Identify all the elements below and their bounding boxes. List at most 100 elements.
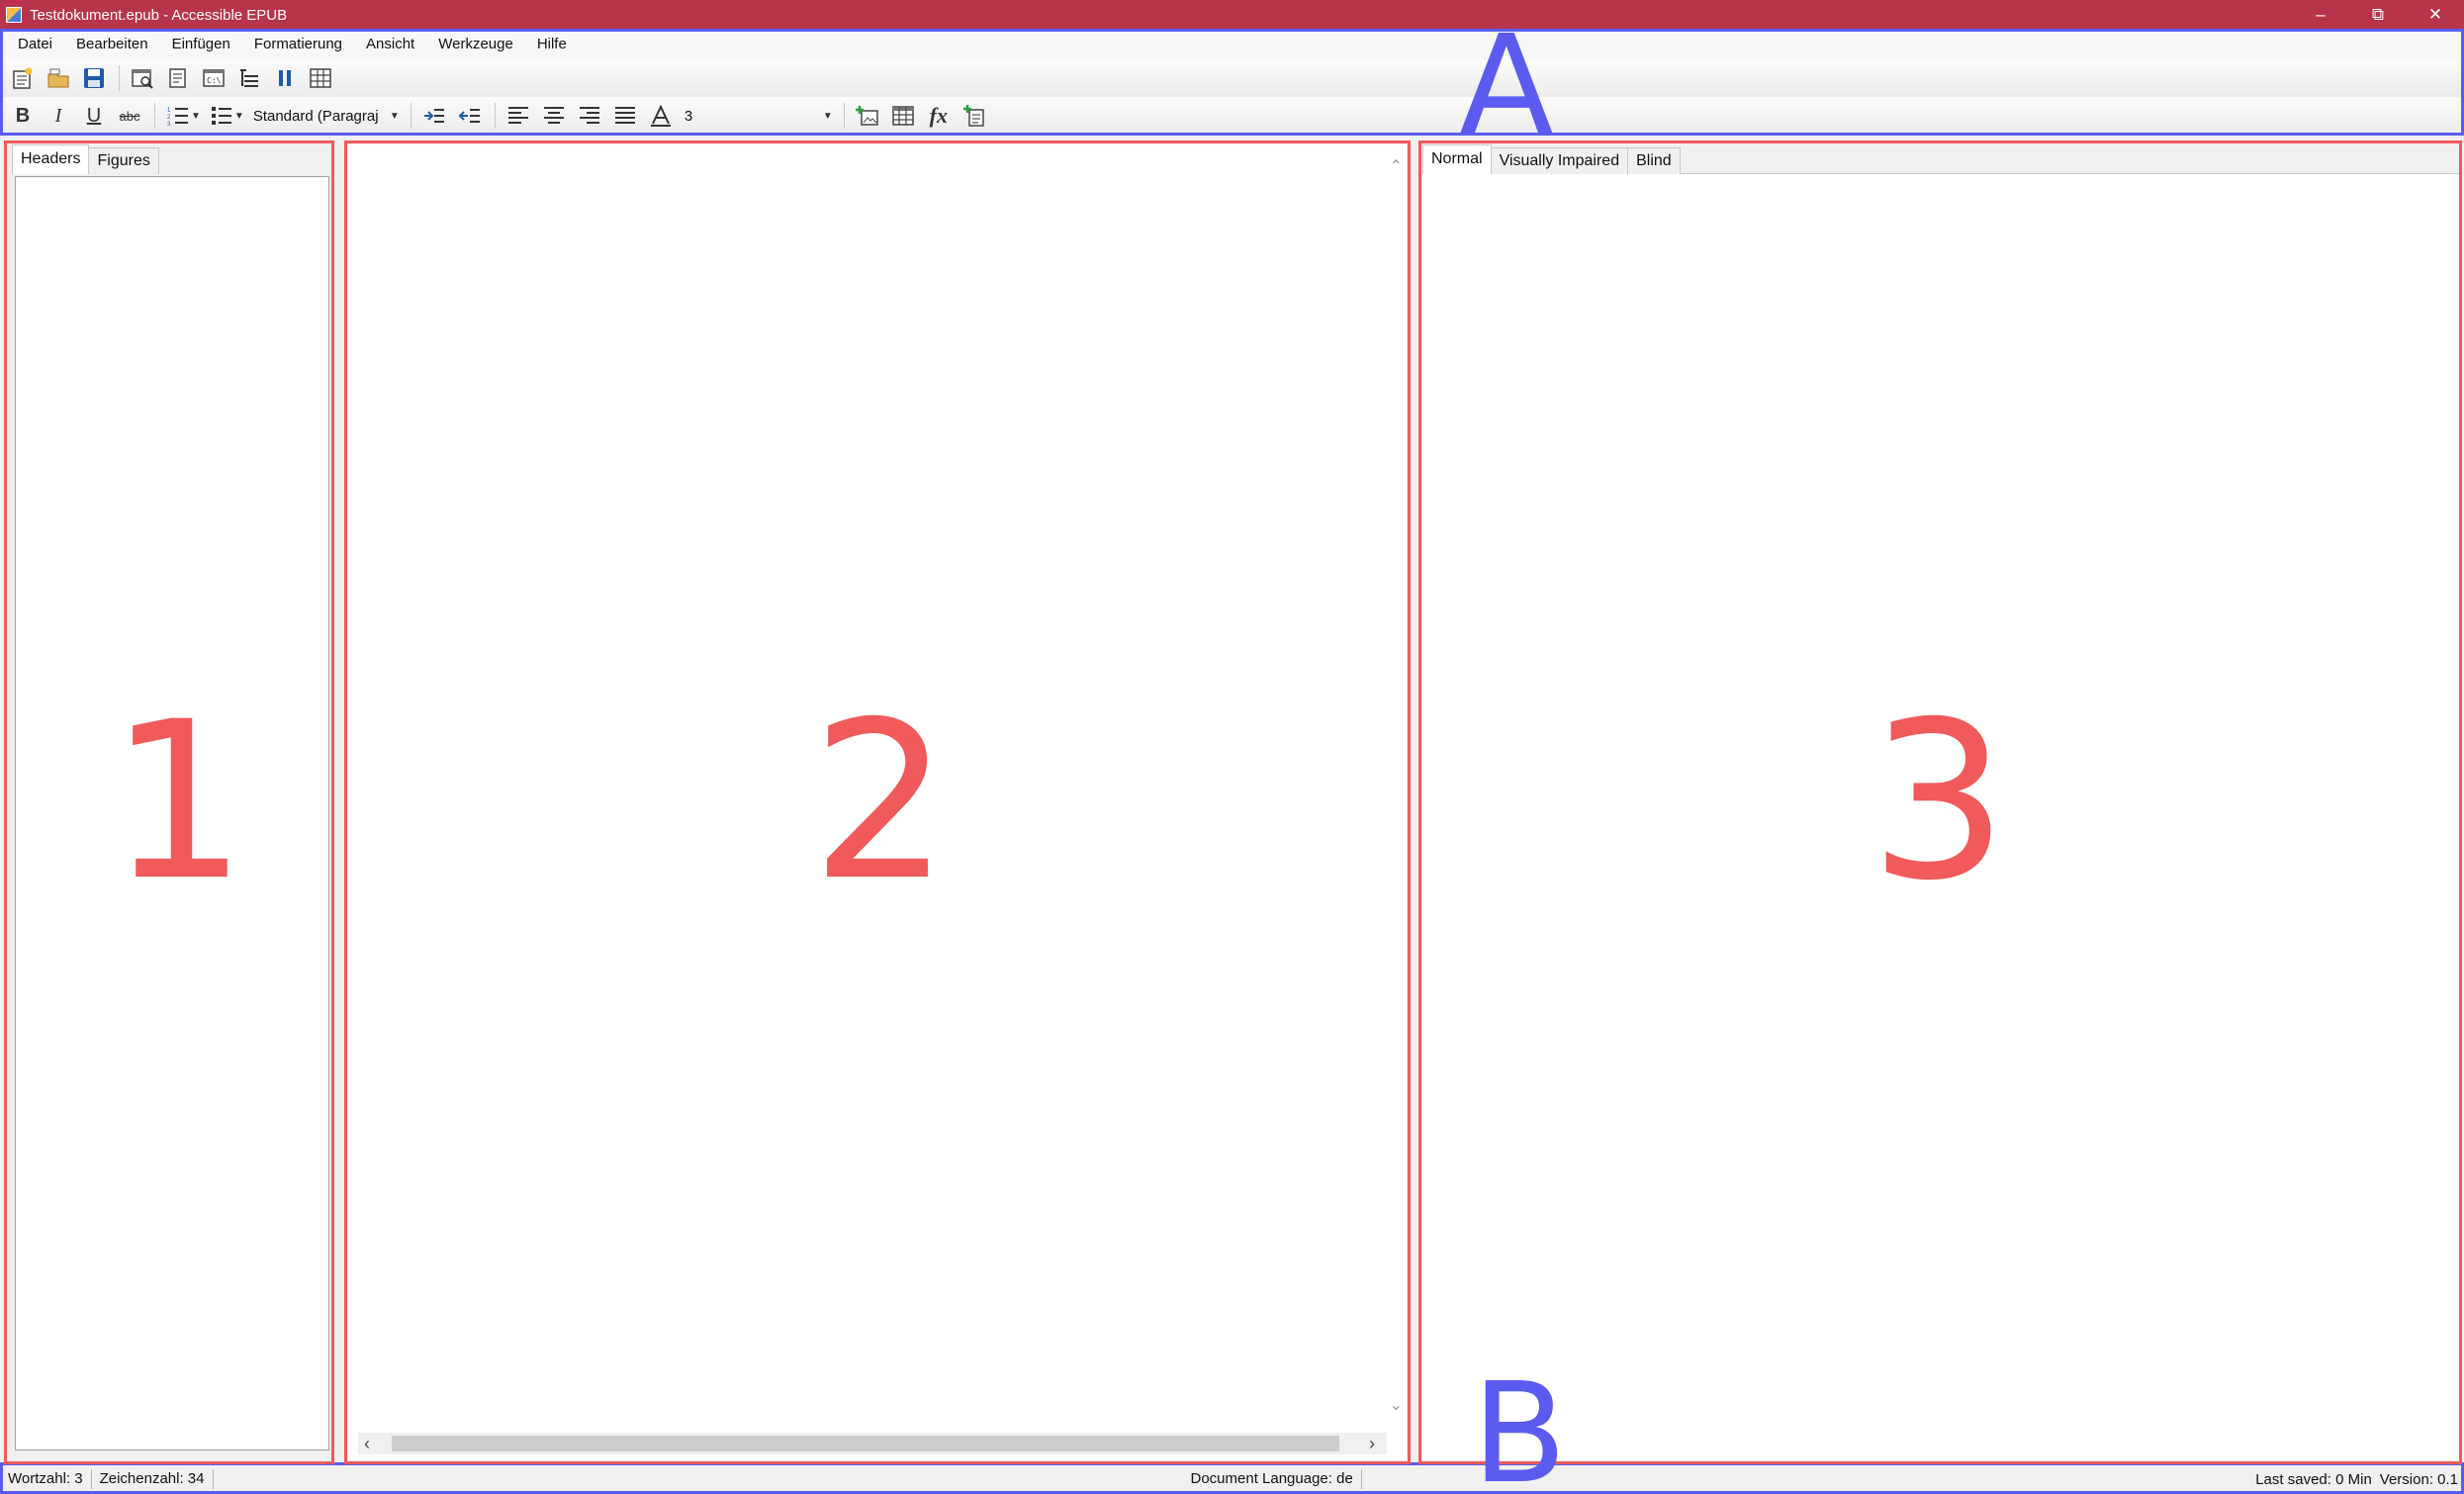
chevron-down-icon: ▼: [389, 111, 400, 122]
svg-text:C:\: C:\: [207, 76, 222, 85]
main-toolbar: C:\: [0, 59, 2464, 97]
toolbar-separator: [843, 103, 845, 129]
font-button[interactable]: [644, 100, 678, 132]
annotation-label-1: 1: [109, 675, 247, 928]
status-bar: Wortzahl: 3 Zeichenzahl: 34 Document Lan…: [0, 1464, 2464, 1494]
horizontal-scrollbar[interactable]: ‹ ›: [358, 1433, 1387, 1454]
preview-button[interactable]: [126, 62, 159, 94]
char-count: Zeichenzahl: 34: [92, 1469, 214, 1489]
menu-bar: Datei Bearbeiten Einfügen Formatierung A…: [0, 30, 2464, 59]
bold-button[interactable]: B: [6, 100, 40, 132]
table-view-button[interactable]: [304, 62, 337, 94]
save-icon: [84, 68, 104, 88]
chevron-down-icon: ▼: [822, 111, 833, 122]
numbered-list-icon: 123: [167, 108, 188, 128]
close-button[interactable]: ✕: [2407, 0, 2464, 30]
indent-button[interactable]: [417, 100, 451, 132]
window-title: Testdokument.epub - Accessible EPUB: [30, 6, 288, 24]
pause-icon: [279, 70, 291, 86]
table-icon: [892, 106, 914, 126]
title-bar: Testdokument.epub - Accessible EPUB – ⧉ …: [0, 0, 2464, 30]
justify-icon: [614, 107, 635, 124]
align-left-icon: [507, 107, 528, 124]
toolbar-separator: [154, 103, 155, 129]
paragraph-style-value: Standard (Paragraj: [252, 107, 379, 125]
italic-icon: I: [54, 104, 62, 127]
last-saved: Last saved: 0 Min: [2255, 1470, 2372, 1488]
bullet-list-button[interactable]: [205, 100, 238, 132]
outline-button[interactable]: [232, 62, 266, 94]
outdent-button[interactable]: [453, 100, 487, 132]
insert-formula-button[interactable]: fx: [922, 100, 956, 132]
scroll-up-icon[interactable]: ⌃: [1390, 156, 1403, 176]
svg-text:2: 2: [167, 115, 171, 121]
underline-icon: U: [86, 104, 102, 127]
menu-einfuegen[interactable]: Einfügen: [160, 30, 242, 59]
tab-headers[interactable]: Headers: [12, 144, 90, 174]
menu-ansicht[interactable]: Ansicht: [354, 30, 426, 59]
italic-button[interactable]: I: [42, 100, 75, 132]
insert-image-button[interactable]: [851, 100, 884, 132]
open-button[interactable]: [42, 62, 75, 94]
annotation-label-3: 3: [1870, 675, 2008, 928]
open-folder-icon: [47, 68, 69, 88]
menu-bearbeiten[interactable]: Bearbeiten: [64, 30, 160, 59]
tab-figures[interactable]: Figures: [88, 147, 159, 174]
align-right-button[interactable]: [573, 100, 606, 132]
font-size-select[interactable]: 3 ▼: [680, 104, 838, 128]
justify-button[interactable]: [608, 100, 642, 132]
table-document-icon: [310, 68, 331, 88]
insert-note-icon: [962, 105, 984, 127]
scroll-down-icon[interactable]: ⌄: [1390, 1395, 1403, 1415]
insert-table-button[interactable]: [886, 100, 920, 132]
align-center-icon: [543, 107, 564, 124]
restore-button[interactable]: ⧉: [2349, 0, 2407, 30]
paragraph-style-select[interactable]: Standard (Paragraj ▼: [248, 104, 405, 128]
align-right-icon: [579, 107, 599, 124]
document-icon: [169, 68, 186, 88]
tab-blind[interactable]: Blind: [1627, 147, 1681, 174]
version: Version: 0.1: [2379, 1470, 2458, 1488]
new-document-button[interactable]: [6, 62, 40, 94]
menu-werkzeuge[interactable]: Werkzeuge: [426, 30, 525, 59]
indent-icon: [423, 109, 444, 123]
strikethrough-icon: abc: [119, 108, 140, 124]
tree-list-icon: [240, 69, 258, 87]
insert-image-icon: [855, 106, 878, 126]
outdent-icon: [458, 109, 480, 123]
menu-hilfe[interactable]: Hilfe: [525, 30, 579, 59]
chevron-down-icon[interactable]: ▼: [191, 111, 201, 122]
horizontal-scroll-thumb[interactable]: [392, 1436, 1339, 1451]
preview-icon: [132, 69, 153, 89]
strikethrough-button[interactable]: abc: [113, 100, 146, 132]
app-icon: [6, 7, 22, 23]
new-document-icon: [13, 67, 33, 89]
toolbar-separator: [119, 65, 120, 91]
pause-button[interactable]: [268, 62, 302, 94]
format-toolbar: B I U abc 123 ▼ ▼ Standard (Paragraj ▼ 3…: [0, 97, 2464, 135]
minimize-button[interactable]: –: [2292, 0, 2349, 30]
document-view-button[interactable]: [161, 62, 195, 94]
align-center-button[interactable]: [537, 100, 571, 132]
bullet-list-icon: [211, 107, 231, 125]
chevron-down-icon[interactable]: ▼: [234, 111, 244, 122]
align-left-button[interactable]: [502, 100, 535, 132]
scroll-right-icon[interactable]: ›: [1369, 1433, 1375, 1454]
numbered-list-button[interactable]: 123: [161, 100, 195, 132]
navigation-tabs: Headers Figures: [12, 144, 159, 174]
menu-datei[interactable]: Datei: [6, 30, 64, 59]
bold-icon: B: [15, 104, 31, 127]
document-language: Document Language: de: [1183, 1469, 1362, 1489]
menu-formatierung[interactable]: Formatierung: [242, 30, 354, 59]
toolbar-separator: [494, 103, 496, 129]
app-window: Testdokument.epub - Accessible EPUB – ⧉ …: [0, 0, 2464, 1494]
source-view-button[interactable]: C:\: [197, 62, 230, 94]
annotation-label-b: B: [1472, 1354, 1568, 1494]
underline-button[interactable]: U: [77, 100, 111, 132]
svg-text:1: 1: [167, 108, 171, 114]
insert-note-button[interactable]: [958, 100, 991, 132]
scroll-left-icon[interactable]: ‹: [364, 1433, 370, 1454]
save-button[interactable]: [77, 62, 111, 94]
font-size-value: 3: [684, 107, 693, 125]
formula-icon: fx: [929, 103, 948, 128]
